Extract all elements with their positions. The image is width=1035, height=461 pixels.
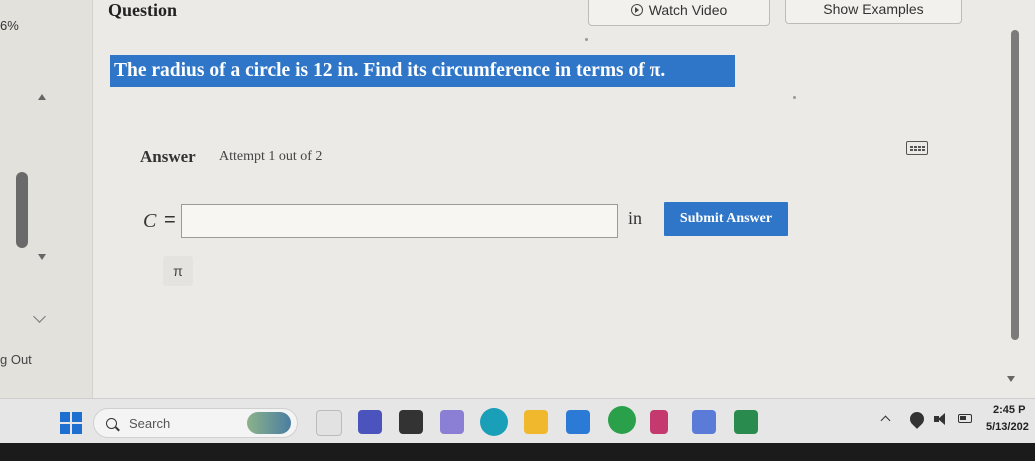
sign-out-link[interactable]: g Out [0, 352, 32, 367]
app-icon[interactable] [440, 410, 464, 434]
widget-icon[interactable] [316, 410, 342, 436]
word-icon[interactable] [734, 410, 758, 434]
clock-time[interactable]: 2:45 P [993, 404, 1025, 416]
chrome-icon[interactable] [608, 406, 636, 434]
decorative-dot [793, 96, 796, 99]
taskbar: Search 2:45 P 5/13/202 [0, 398, 1035, 444]
equals-sign: = [164, 209, 176, 231]
show-examples-button[interactable]: Show Examples [785, 0, 962, 24]
main-scrollbar[interactable] [1011, 30, 1019, 340]
chevron-down-icon[interactable] [33, 310, 46, 323]
expand-down-icon[interactable] [38, 254, 46, 260]
clock-date[interactable]: 5/13/202 [986, 421, 1029, 433]
watch-video-button[interactable]: Watch Video [588, 0, 770, 26]
show-examples-label: Show Examples [823, 1, 924, 17]
question-text: The radius of a circle is 12 in. Find it… [110, 55, 735, 87]
unit-label: in [628, 208, 643, 228]
store-icon[interactable] [399, 410, 423, 434]
sidebar-scrollbar[interactable] [16, 172, 28, 248]
question-page: 6% g Out Question Watch Video Show Examp… [0, 0, 1035, 398]
battery-icon[interactable] [958, 414, 972, 423]
submit-answer-button[interactable]: Submit Answer [664, 202, 788, 236]
tray-expand-icon[interactable] [880, 415, 891, 426]
teams-icon[interactable] [358, 410, 382, 434]
start-icon[interactable] [60, 412, 82, 434]
pi-symbol-button[interactable]: π [163, 256, 193, 286]
file-explorer-icon[interactable] [524, 410, 548, 434]
edge-icon[interactable] [480, 408, 508, 436]
attempt-counter: Attempt 1 out of 2 [219, 149, 323, 164]
decorative-dot [585, 38, 588, 41]
play-icon [630, 4, 643, 16]
mcafee-icon[interactable] [650, 410, 668, 434]
search-icon [106, 417, 117, 429]
left-sidebar: 6% g Out [0, 0, 93, 398]
taskbar-search[interactable]: Search [93, 408, 298, 438]
app-icon[interactable] [692, 410, 716, 434]
keyboard-icon[interactable] [906, 141, 928, 155]
search-highlight-icon [247, 412, 291, 434]
search-placeholder: Search [129, 415, 171, 431]
question-text-content: The radius of a circle is 12 in. Find it… [114, 60, 666, 81]
question-heading: Question [108, 0, 178, 20]
answer-input[interactable] [181, 204, 618, 238]
wifi-icon[interactable] [907, 409, 927, 429]
scroll-down-icon[interactable] [1007, 376, 1015, 382]
progress-percent: 6% [0, 18, 19, 33]
variable-label: C [143, 210, 157, 232]
watch-video-label: Watch Video [648, 2, 728, 18]
screen-bezel [0, 443, 1035, 461]
answer-label: Answer [140, 147, 196, 166]
volume-icon[interactable] [934, 413, 948, 425]
collapse-up-icon[interactable] [38, 94, 46, 100]
photos-icon[interactable] [566, 410, 590, 434]
